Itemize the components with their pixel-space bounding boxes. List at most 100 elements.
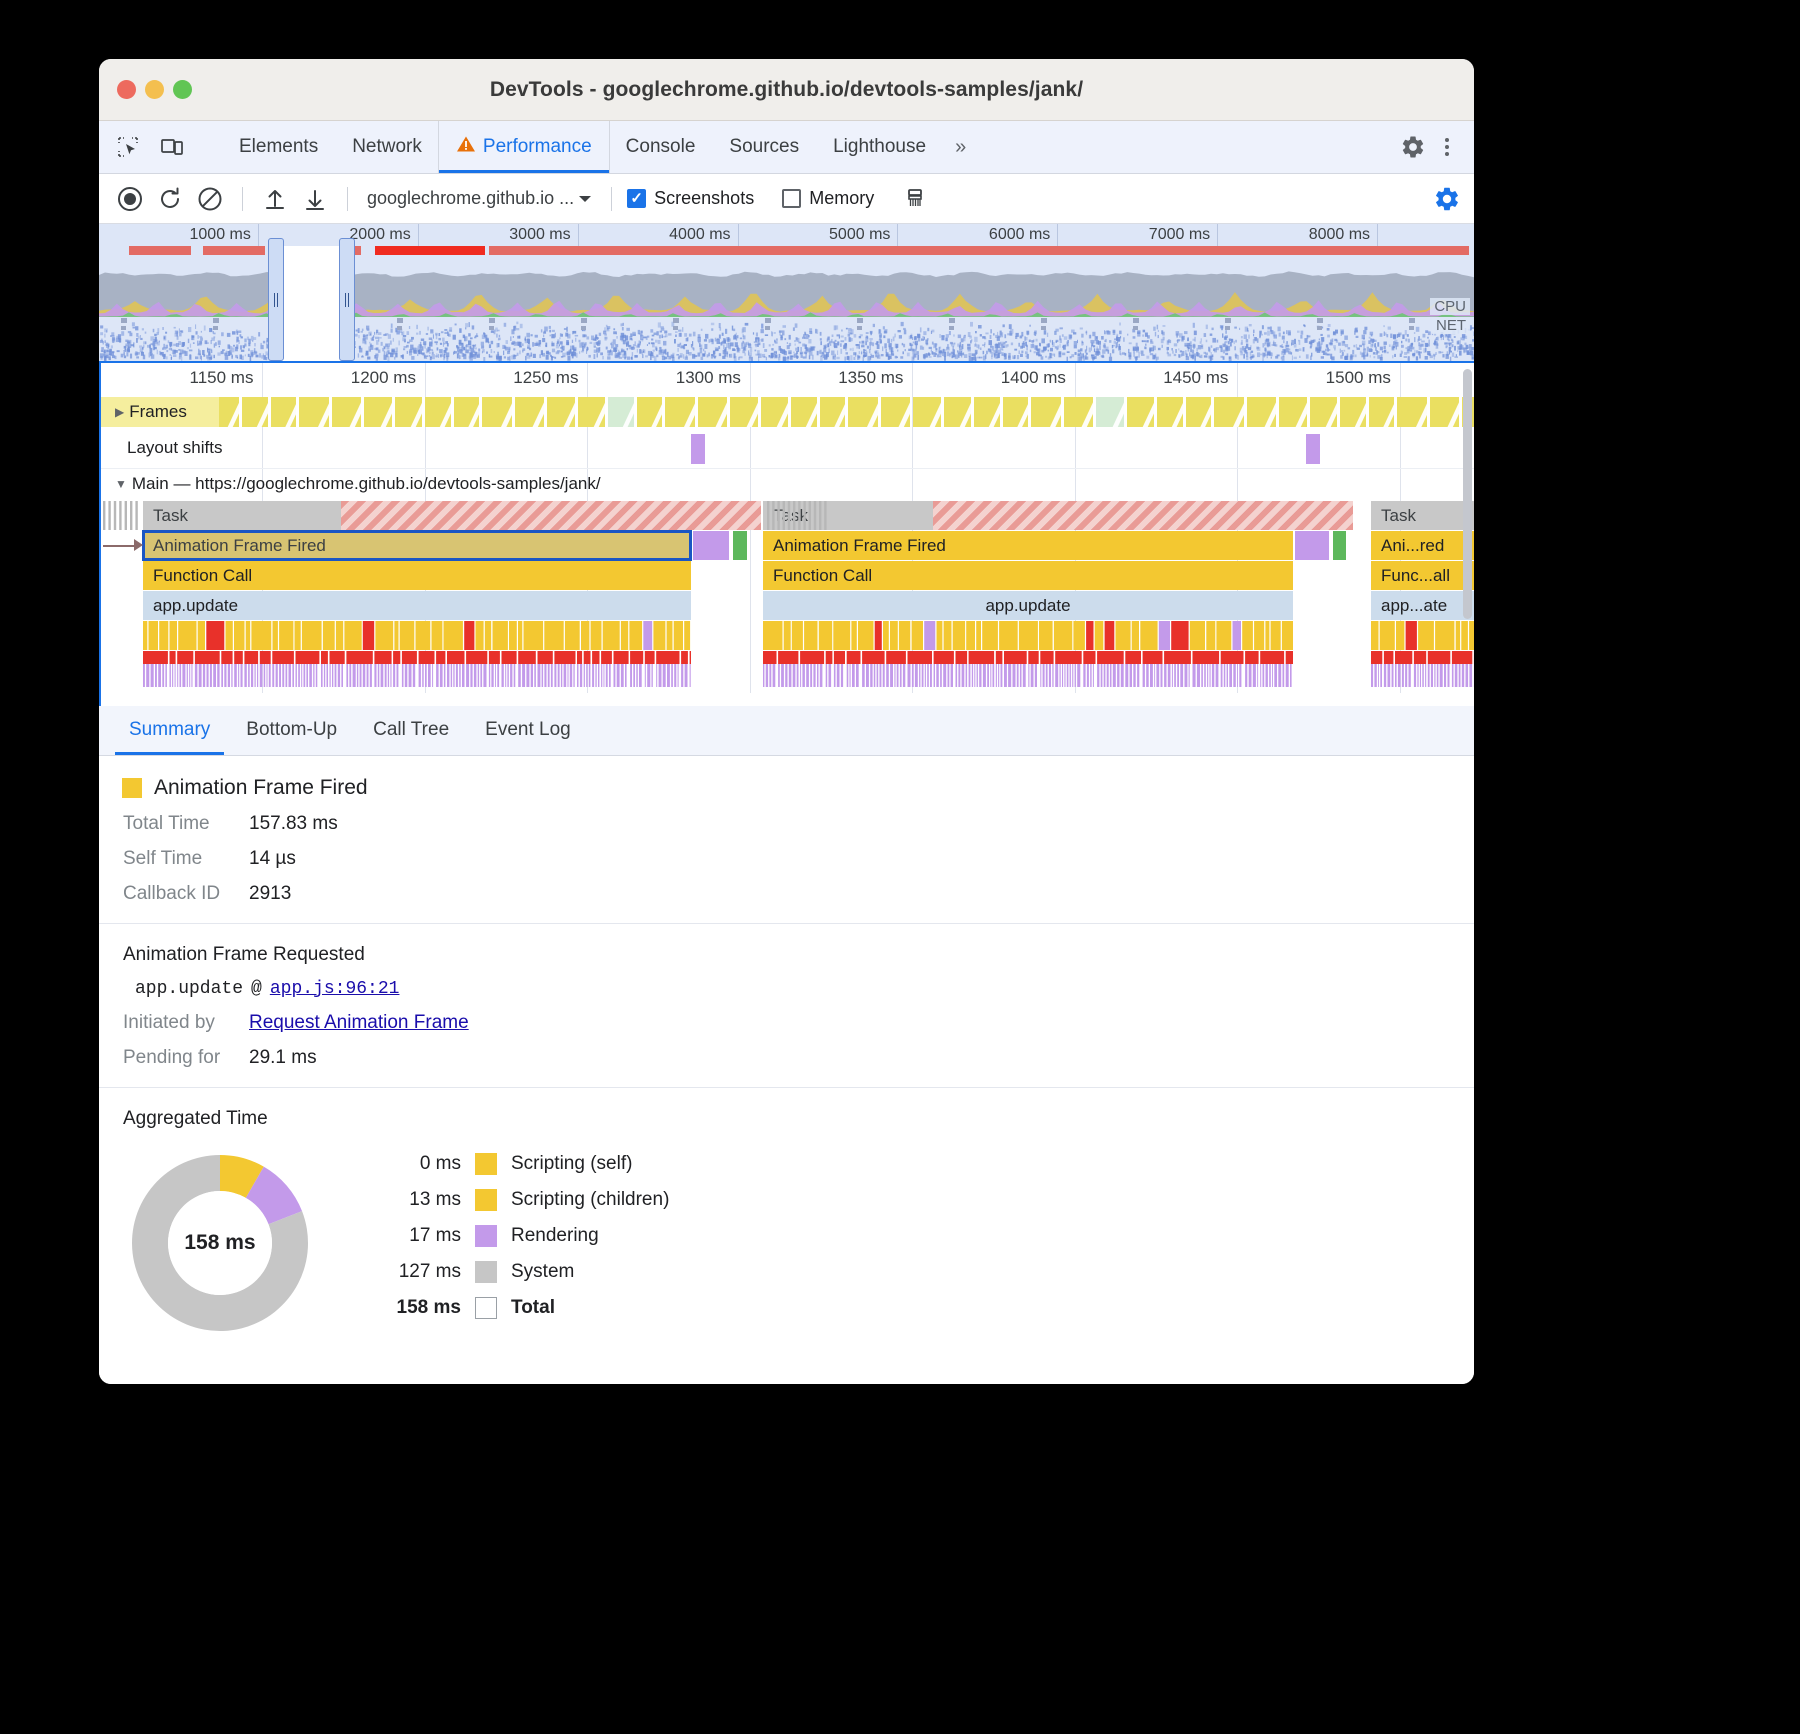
gear-icon[interactable] [1398,132,1428,162]
frame-block[interactable] [881,397,910,427]
maximize-window-button[interactable] [173,80,192,99]
collect-garbage-icon[interactable] [898,182,932,216]
legend-row[interactable]: 13 ms Scripting (children) [355,1189,669,1211]
minimize-window-button[interactable] [145,80,164,99]
rendering-bar[interactable] [693,531,729,560]
tab-summary[interactable]: Summary [111,706,228,755]
frame-block[interactable] [364,397,392,427]
frame-block[interactable] [974,397,1000,427]
frame-block[interactable] [608,397,634,427]
frame-block[interactable] [637,397,662,427]
download-profile-icon[interactable] [298,182,332,216]
frame-block[interactable] [730,397,758,427]
frame-block[interactable] [1127,397,1154,427]
long-task-bar[interactable] [341,501,761,530]
frame-block[interactable] [1279,397,1307,427]
frame-block[interactable] [299,397,329,427]
frame-block[interactable] [665,397,695,427]
inspect-element-icon[interactable] [113,132,143,162]
function-call-bar[interactable]: Function Call [143,561,691,590]
frame-block[interactable] [482,397,512,427]
tab-bottom-up[interactable]: Bottom-Up [228,706,355,755]
frame-block[interactable] [1186,397,1211,427]
frame-block[interactable] [1214,397,1244,427]
overview-selection-window[interactable] [276,246,347,361]
frame-block[interactable] [395,397,422,427]
painting-bar[interactable] [1333,531,1346,560]
tab-performance[interactable]: Performance [439,121,609,173]
frame-block[interactable] [425,397,451,427]
frame-block[interactable] [791,397,817,427]
device-toolbar-icon[interactable] [157,132,187,162]
legend-row[interactable]: 0 ms Scripting (self) [355,1153,669,1175]
frame-block[interactable] [1064,397,1093,427]
tab-console[interactable]: Console [609,121,713,173]
range-handle-right[interactable] [339,238,355,361]
task-bar[interactable]: Task [763,501,933,530]
frame-block[interactable] [547,397,575,427]
source-location-link[interactable]: app.js:96:21 [270,979,400,999]
more-tabs-chevron-icon[interactable]: » [943,121,978,173]
tab-sources[interactable]: Sources [712,121,816,173]
main-thread-flame-rows[interactable]: Task Animation Frame Fired Function Call… [101,501,1474,687]
frame-block[interactable] [578,397,605,427]
app-update-bar[interactable]: app.update [763,591,1293,620]
timeline-overview[interactable]: 1000 ms2000 ms3000 ms4000 ms5000 ms6000 … [99,224,1474,361]
frame-block[interactable] [698,397,727,427]
frame-block[interactable] [1003,397,1028,427]
frame-block[interactable] [332,397,361,427]
layout-shift-marker[interactable] [691,434,705,464]
legend-row[interactable]: 17 ms Rendering [355,1225,669,1247]
animation-frame-fired-bar-selected[interactable]: Animation Frame Fired [143,531,691,560]
clear-icon[interactable] [193,182,227,216]
frame-block[interactable] [820,397,845,427]
long-task-bar[interactable] [933,501,1353,530]
frame-block[interactable] [454,397,479,427]
record-icon[interactable] [113,182,147,216]
function-call-bar[interactable]: Func...all [1371,561,1474,590]
main-track-label[interactable]: ▼ Main — https://googlechrome.github.io/… [115,474,601,494]
frames-track[interactable]: ▶ Frames [101,395,1474,429]
frame-block[interactable] [1397,397,1427,427]
range-handle-left[interactable] [268,238,284,361]
screenshots-checkbox[interactable]: Screenshots [627,188,754,209]
function-call-bar[interactable]: Function Call [763,561,1293,590]
tab-elements[interactable]: Elements [222,121,335,173]
layout-shifts-track[interactable]: Layout shifts [101,429,1474,469]
frame-block[interactable] [1310,397,1337,427]
frame-block[interactable] [761,397,788,427]
memory-checkbox[interactable]: Memory [782,188,874,209]
capture-settings-gear-icon[interactable] [1430,182,1464,216]
frames-track-label[interactable]: ▶ Frames [115,402,187,422]
close-window-button[interactable] [117,80,136,99]
frame-block[interactable] [913,397,941,427]
frame-block[interactable] [848,397,878,427]
app-update-bar[interactable]: app...ate [1371,591,1474,620]
frame-block[interactable] [944,397,971,427]
frame-block[interactable] [1096,397,1124,427]
animation-frame-fired-bar[interactable]: Animation Frame Fired [763,531,1293,560]
task-bar[interactable]: Task [1371,501,1474,530]
more-vertical-icon[interactable] [1432,132,1462,162]
legend-row[interactable]: 127 ms System [355,1261,669,1283]
frame-block[interactable] [1247,397,1276,427]
animation-frame-fired-bar[interactable]: Ani...red [1371,531,1474,560]
frame-block[interactable] [271,397,296,427]
target-page-select[interactable]: googlechrome.github.io ... [363,188,596,209]
main-track-header[interactable]: ▼ Main — https://googlechrome.github.io/… [101,469,1474,501]
tab-call-tree[interactable]: Call Tree [355,706,467,755]
flame-chart[interactable]: 1150 ms1200 ms1250 ms1300 ms1350 ms1400 … [99,361,1474,706]
frame-block[interactable] [1430,397,1459,427]
task-bar[interactable]: Task [143,501,341,530]
painting-bar[interactable] [733,531,747,560]
layout-shift-marker[interactable] [1306,434,1320,464]
frame-block[interactable] [515,397,544,427]
initiated-by-link[interactable]: Request Animation Frame [249,1012,469,1034]
app-update-bar[interactable]: app.update [143,591,691,620]
rendering-bar[interactable] [1295,531,1329,560]
frame-block[interactable] [242,397,268,427]
tab-event-log[interactable]: Event Log [467,706,589,755]
tab-network[interactable]: Network [335,121,439,173]
flame-chart-scrollbar[interactable] [1463,369,1472,619]
reload-record-icon[interactable] [153,182,187,216]
